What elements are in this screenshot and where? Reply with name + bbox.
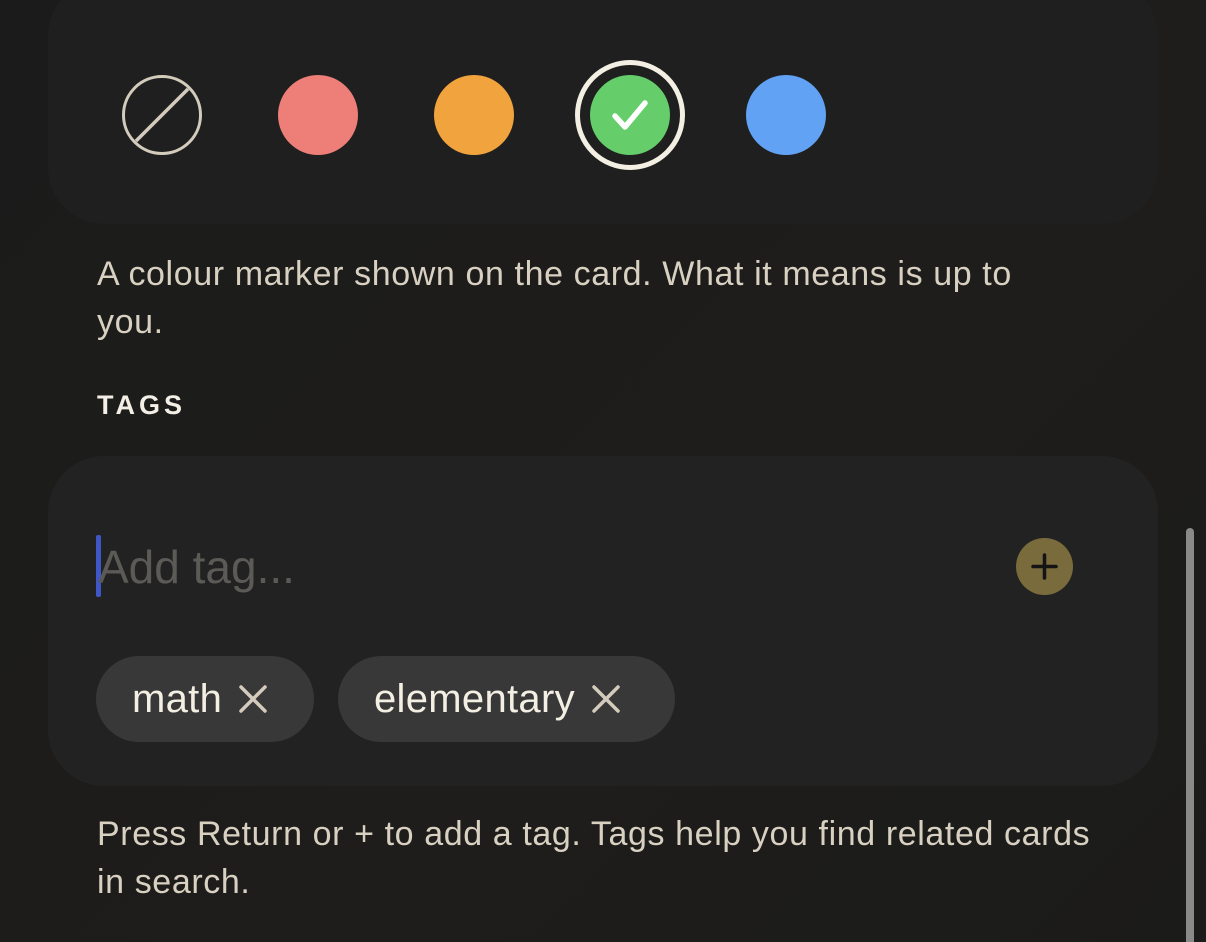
tags-hint-text: Press Return or + to add a tag. Tags hel… <box>97 815 1091 901</box>
add-tag-input[interactable] <box>98 536 978 598</box>
color-option-blue[interactable] <box>746 75 826 155</box>
tag-chip-label: elementary <box>374 676 575 721</box>
color-option-orange[interactable] <box>434 75 514 155</box>
color-option-red[interactable] <box>278 75 358 155</box>
checkmark-icon <box>612 100 648 130</box>
scrollbar[interactable] <box>1186 528 1194 942</box>
tag-chip-label: math <box>132 676 223 721</box>
color-option-green[interactable] <box>590 75 670 155</box>
add-tag-button[interactable] <box>1016 538 1073 595</box>
tag-editor-panel: A colour marker shown on the card. What … <box>0 0 1206 942</box>
tags-heading: TAGS <box>97 390 186 420</box>
remove-tag-math-button[interactable] <box>238 684 268 714</box>
color-hint-text: A colour marker shown on the card. What … <box>97 255 1012 341</box>
no-color-icon <box>134 87 190 143</box>
close-icon <box>239 685 267 713</box>
tag-chip-math: math <box>96 656 314 742</box>
color-option-none[interactable] <box>122 75 202 155</box>
tag-chip-elementary: elementary <box>338 656 675 742</box>
remove-tag-elementary-button[interactable] <box>591 684 621 714</box>
plus-icon <box>1031 553 1058 580</box>
close-icon <box>592 685 620 713</box>
